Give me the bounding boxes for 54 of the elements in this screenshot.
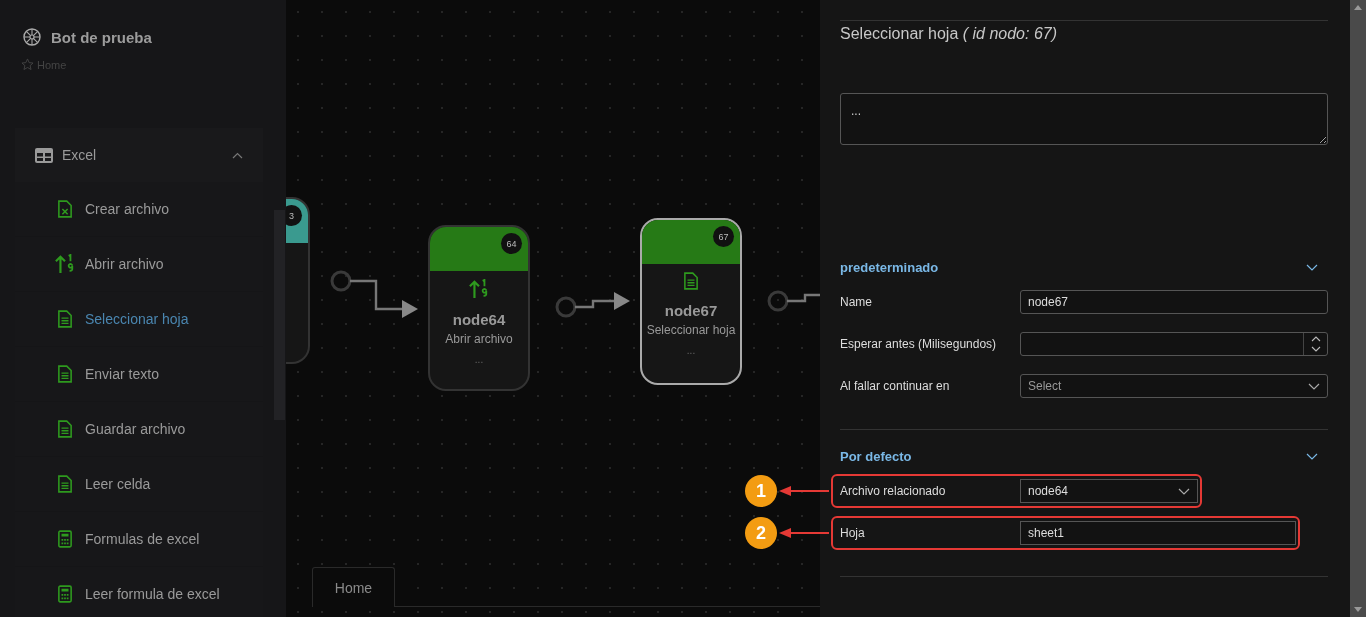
- chevron-icon: [1306, 452, 1318, 460]
- scrollbar-thumb[interactable]: [274, 210, 285, 420]
- field-label: Hoja: [840, 526, 866, 540]
- table-icon: [35, 147, 53, 163]
- document-icon: [58, 365, 72, 383]
- sort-numeric-icon: [55, 254, 75, 274]
- document-icon: [58, 310, 72, 328]
- chevron-icon: [1306, 263, 1318, 271]
- field-label: Name: [840, 295, 873, 309]
- node-subtitle: Abrir archivo: [445, 332, 513, 346]
- callout-arrow: [779, 528, 829, 538]
- field-label: Esperar antes (Milisegundos): [840, 337, 998, 351]
- home-tab[interactable]: Home: [312, 567, 395, 607]
- chevron-icon: [1308, 382, 1320, 390]
- text-field[interactable]: node67: [1020, 290, 1328, 314]
- field-label: Al fallar continuar en: [840, 379, 951, 393]
- node-title: node64: [452, 311, 506, 328]
- document-icon: [58, 475, 72, 493]
- connector-line: [767, 290, 820, 312]
- flow-node[interactable]: 64 node64 Abrir archivo ...: [428, 225, 530, 391]
- star-icon: [21, 58, 34, 71]
- spinner-arrows-icon: [1310, 334, 1321, 354]
- node-id-badge: 64: [501, 233, 522, 254]
- panel-title: Seleccionar hoja ( id nodo: 67): [840, 20, 1328, 43]
- calculator-icon: [58, 530, 72, 548]
- section-header[interactable]: Por defecto: [840, 444, 1328, 468]
- calculator-icon: [58, 585, 72, 603]
- spreadsheet-file-icon: [58, 200, 72, 218]
- number-field[interactable]: [1020, 332, 1328, 356]
- node-id-badge: 67: [713, 226, 734, 247]
- scroll-up-icon: [1354, 5, 1362, 10]
- scroll-down-icon: [1354, 607, 1362, 612]
- node-id-badge: 3: [286, 205, 302, 226]
- scrollbar[interactable]: [1350, 0, 1366, 617]
- flow-node[interactable]: 3: [286, 197, 310, 364]
- document-icon: [58, 420, 72, 438]
- select-field[interactable]: Select: [1020, 374, 1328, 398]
- chevron-icon: [232, 151, 243, 159]
- node-title: node67: [664, 302, 718, 319]
- select-field[interactable]: node64: [1020, 479, 1198, 503]
- sort-numeric-icon: [468, 279, 490, 299]
- node-more: ...: [474, 354, 484, 365]
- document-icon: [684, 272, 698, 290]
- description-field[interactable]: ...: [840, 93, 1328, 145]
- node-subtitle: Seleccionar hoja: [646, 323, 736, 337]
- text-field[interactable]: sheet1: [1020, 521, 1296, 545]
- chevron-icon: [1178, 487, 1190, 495]
- wheel-icon: [23, 28, 41, 46]
- section-header[interactable]: predeterminado: [840, 255, 1328, 279]
- callout-arrow: [779, 486, 829, 496]
- app-title: Bot de prueba: [51, 28, 152, 46]
- flow-node[interactable]: 67 node67 Seleccionar hoja ...: [640, 218, 742, 385]
- field-label: Archivo relacionado: [840, 484, 947, 498]
- node-more: ...: [686, 345, 696, 356]
